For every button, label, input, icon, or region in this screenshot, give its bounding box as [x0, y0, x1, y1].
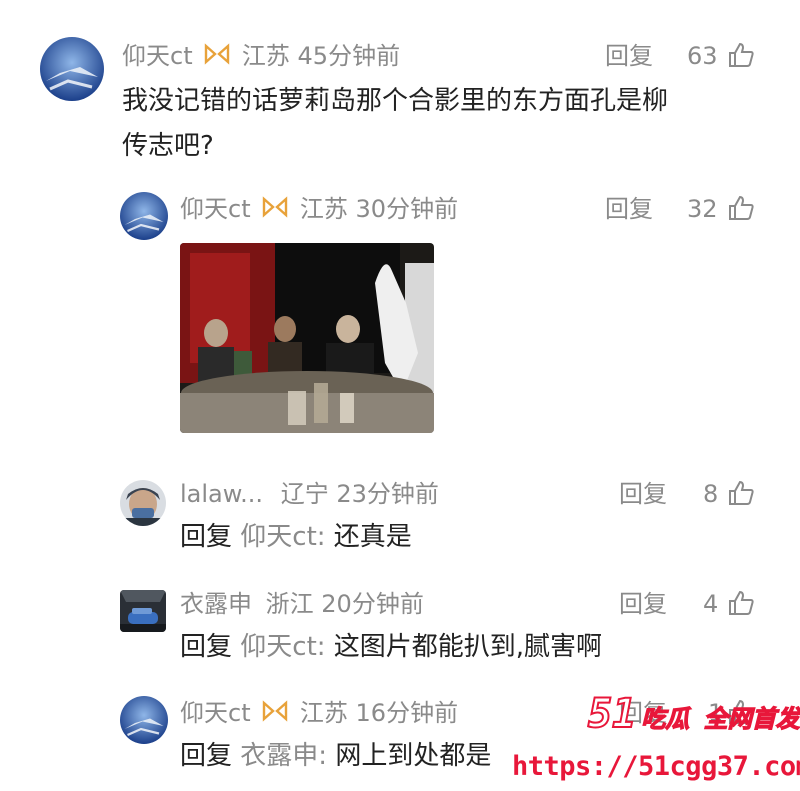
- avatar[interactable]: [120, 480, 166, 526]
- reply-target-username[interactable]: 仰天ct:: [240, 522, 325, 552]
- vip-badge-icon: [262, 195, 288, 225]
- reply-button[interactable]: 回复: [605, 41, 653, 71]
- avatar[interactable]: [120, 696, 168, 744]
- avatar[interactable]: [40, 37, 104, 101]
- watermark-brand: 51 吃瓜 全网首发: [587, 690, 800, 738]
- reply-meta: 衣露申 浙江 20分钟前: [180, 589, 424, 619]
- vip-badge-icon: [204, 42, 230, 72]
- region: 辽宁: [280, 480, 329, 508]
- timestamp: 16分钟前: [355, 699, 459, 727]
- like-count: 4: [703, 590, 719, 618]
- timestamp: 23分钟前: [336, 480, 439, 508]
- reply-body: 网上到处都是: [335, 741, 492, 771]
- username[interactable]: 仰天ct: [180, 195, 251, 223]
- reply-prefix: 回复: [180, 741, 233, 771]
- like-icon[interactable]: [727, 479, 755, 511]
- timestamp: 30分钟前: [355, 195, 459, 223]
- region: 江苏: [299, 195, 348, 223]
- reply-meta: 仰天ct 江苏 30分钟前: [180, 194, 458, 225]
- reply-text: 回复 衣露申: 网上到处都是: [180, 739, 491, 773]
- reply-body: 这图片都能扒到,腻害啊: [333, 632, 603, 662]
- reply-target-username[interactable]: 衣露申:: [240, 741, 327, 771]
- comment-text-line-2: 传志吧?: [122, 131, 214, 161]
- reply-text: 回复 仰天ct: 这图片都能扒到,腻害啊: [180, 630, 602, 664]
- vip-badge-icon: [262, 699, 288, 729]
- like-icon[interactable]: [727, 589, 755, 621]
- reply-photo[interactable]: [180, 243, 434, 433]
- username[interactable]: lalaw...: [180, 480, 263, 508]
- reply-meta: lalaw... 辽宁 23分钟前: [180, 479, 439, 509]
- timestamp: 45分钟前: [297, 42, 401, 70]
- reply-prefix: 回复: [180, 632, 233, 662]
- region: 江苏: [241, 42, 290, 70]
- region: 浙江: [265, 590, 314, 618]
- like-icon[interactable]: [727, 41, 755, 73]
- watermark-brand-number: 51: [587, 690, 637, 738]
- watermark-url: https://51cgg37.com: [512, 751, 800, 782]
- reply-meta: 仰天ct 江苏 16分钟前: [180, 698, 458, 729]
- reply-target-username[interactable]: 仰天ct:: [240, 632, 325, 662]
- username[interactable]: 衣露申: [180, 590, 252, 618]
- timestamp: 20分钟前: [321, 590, 424, 618]
- reply-prefix: 回复: [180, 522, 233, 552]
- avatar[interactable]: [120, 192, 168, 240]
- reply-text: 回复 仰天ct: 还真是: [180, 520, 412, 554]
- username[interactable]: 仰天ct: [122, 42, 193, 70]
- like-count: 63: [687, 42, 718, 70]
- reply-body: 还真是: [333, 522, 412, 552]
- username[interactable]: 仰天ct: [180, 699, 251, 727]
- comment-text-line-1: 我没记错的话萝莉岛那个合影里的东方面孔是柳: [122, 86, 669, 116]
- region: 江苏: [299, 699, 348, 727]
- like-count: 8: [703, 480, 719, 508]
- reply-button[interactable]: 回复: [619, 589, 667, 619]
- reply-button[interactable]: 回复: [605, 194, 653, 224]
- watermark-brand-text: 吃瓜 全网首发: [641, 704, 800, 733]
- comment-meta: 仰天ct 江苏 45分钟前: [122, 41, 400, 72]
- like-icon[interactable]: [727, 194, 755, 226]
- avatar[interactable]: [120, 590, 166, 632]
- reply-button[interactable]: 回复: [619, 479, 667, 509]
- like-count: 32: [687, 195, 718, 223]
